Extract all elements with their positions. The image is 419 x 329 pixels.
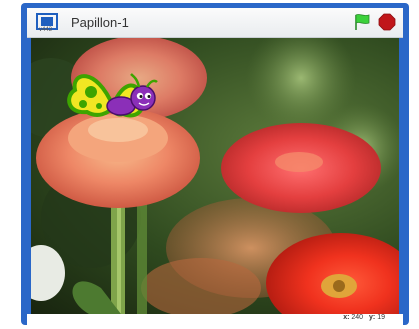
y-label: y:	[369, 314, 376, 321]
x-label: x:	[343, 314, 350, 321]
project-title: Papillon-1	[71, 15, 129, 30]
x-value: 240	[351, 314, 364, 321]
stage-canvas[interactable]	[31, 38, 399, 314]
y-value: 19	[377, 314, 385, 321]
green-flag-icon[interactable]	[353, 13, 371, 31]
butterfly-sprite[interactable]	[61, 68, 165, 130]
mouse-coordinates: x: 240 y: 19	[343, 314, 389, 321]
stage-header: v443 Papillon-1	[27, 8, 403, 38]
stop-icon[interactable]	[378, 13, 396, 31]
version-label: v443	[39, 27, 53, 33]
stage-footer: x: 240 y: 19	[27, 314, 403, 325]
